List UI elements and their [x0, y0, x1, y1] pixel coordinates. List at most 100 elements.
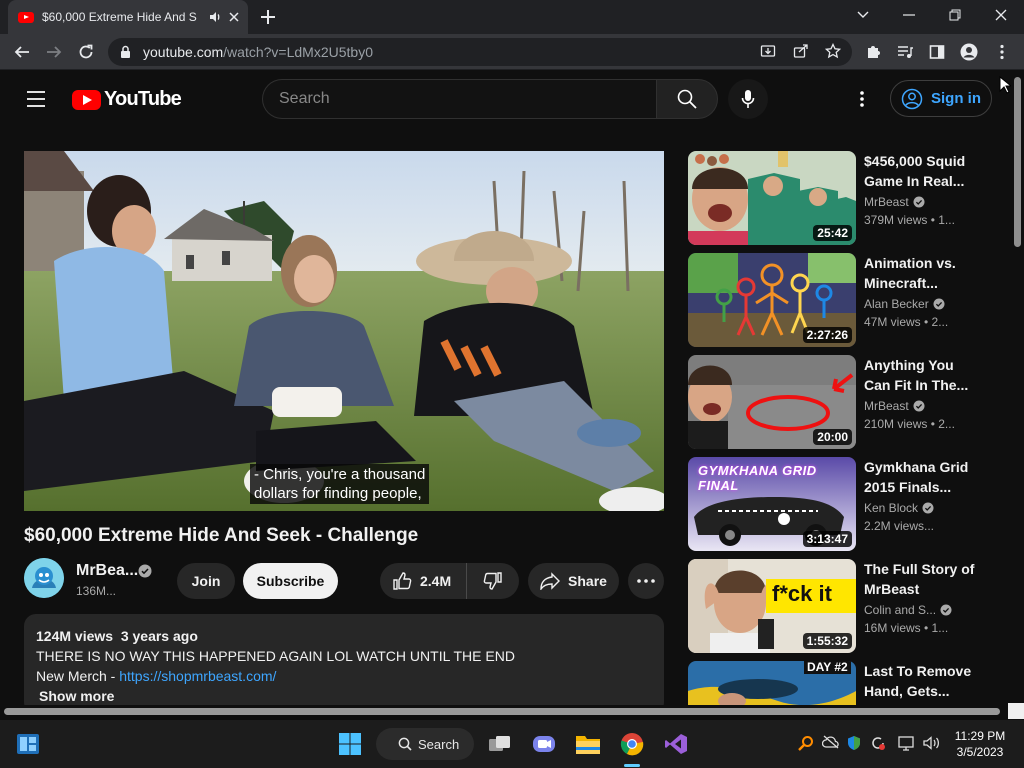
side-panel-icon[interactable] [924, 40, 950, 64]
close-window-button[interactable] [978, 0, 1024, 30]
video-thumbnail[interactable]: f*ck it 1:55:32 [688, 559, 856, 653]
youtube-logo[interactable]: YouTube [72, 88, 182, 111]
channel-name: Alan Becker [864, 297, 929, 311]
settings-kebab-icon[interactable] [850, 87, 874, 111]
recommendation-item[interactable]: GYMKHANA GRID FINAL 3:13:47 Gymkhana Gri… [688, 457, 1000, 551]
youtube-favicon-icon [18, 11, 34, 23]
merch-link[interactable]: https://shopmrbeast.com/ [119, 668, 276, 684]
mouse-cursor-icon [999, 76, 1011, 94]
minimize-window-button[interactable] [886, 0, 932, 30]
recommendation-item[interactable]: 25:42 $456,000 Squid Game In Real... MrB… [688, 151, 1000, 245]
back-arrow-icon[interactable] [9, 40, 35, 64]
video-caption: - Chris, you're a thousand dollars for f… [250, 464, 430, 504]
video-thumbnail[interactable]: 25:42 [688, 151, 856, 245]
new-tab-button[interactable] [258, 7, 278, 27]
extensions-puzzle-icon[interactable] [860, 40, 886, 64]
hamburger-menu-icon[interactable] [26, 91, 46, 107]
dislike-button[interactable] [467, 563, 519, 599]
recommendation-title[interactable]: The Full Story of MrBeast [864, 559, 976, 599]
taskbar-search-button[interactable]: Search [376, 728, 474, 760]
security-shield-icon[interactable] [846, 735, 862, 751]
search-input[interactable] [279, 90, 656, 108]
recommendation-channel[interactable]: MrBeast [864, 195, 925, 209]
browser-menu-kebab-icon[interactable] [989, 40, 1015, 64]
recommendation-title[interactable]: Anything You Can Fit In The... [864, 355, 976, 395]
video-player[interactable]: - Chris, you're a thousand dollars for f… [24, 151, 664, 511]
recommendation-item[interactable]: 2:27:26 Animation vs. Minecraft... Alan … [688, 253, 1000, 347]
show-more-button[interactable]: Show more [36, 686, 652, 705]
close-tab-icon[interactable] [228, 11, 240, 23]
tab-search-chevron-down-icon[interactable] [840, 0, 886, 30]
vertical-scrollbar[interactable] [1012, 71, 1024, 705]
description-box[interactable]: 124M views 3 years ago THERE IS NO WAY T… [24, 614, 664, 705]
verified-badge-icon [913, 196, 925, 208]
browser-tab-active[interactable]: $60,000 Extreme Hide And S [8, 0, 248, 34]
recommendation-item[interactable]: 20:00 Anything You Can Fit In The... MrB… [688, 355, 1000, 449]
vertical-scrollbar-thumb[interactable] [1014, 77, 1021, 247]
youtube-watch-page: YouTube Sign in [0, 71, 1012, 705]
channel-name[interactable]: MrBea... [76, 562, 138, 580]
video-duration: 25:42 [813, 225, 852, 241]
horizontal-scrollbar-thumb[interactable] [4, 708, 1000, 715]
subscribe-button[interactable]: Subscribe [243, 563, 338, 599]
search-orange-tray-icon[interactable] [798, 735, 814, 751]
reload-icon[interactable] [73, 40, 99, 64]
task-view-icon[interactable] [484, 728, 516, 760]
media-queue-icon[interactable] [892, 40, 918, 64]
address-bar[interactable]: youtube.com/watch?v=LdMx2U5tby0 [108, 38, 852, 66]
recommendation-channel[interactable]: MrBeast [864, 399, 925, 413]
channel-avatar[interactable] [24, 558, 64, 598]
restore-window-button[interactable] [932, 0, 978, 30]
update-sync-icon[interactable] [870, 735, 886, 751]
share-button[interactable]: Share [528, 563, 619, 599]
forward-arrow-icon[interactable] [41, 40, 67, 64]
volume-speaker-icon[interactable] [922, 735, 940, 751]
verified-badge-icon [933, 298, 945, 310]
recommendation-meta: 2.2M views... [864, 519, 935, 533]
video-thumbnail[interactable]: 20:00 [688, 355, 856, 449]
recommendation-channel[interactable]: Ken Block [864, 501, 934, 515]
network-display-icon[interactable] [898, 735, 916, 751]
recommendation-title[interactable]: Animation vs. Minecraft... [864, 253, 976, 293]
search-button[interactable] [656, 79, 718, 119]
url-host: youtube.com [143, 44, 224, 60]
video-thumbnail[interactable]: DAY #2 [688, 661, 856, 705]
video-thumbnail[interactable]: GYMKHANA GRID FINAL 3:13:47 [688, 457, 856, 551]
profile-avatar-icon[interactable] [956, 40, 982, 64]
widgets-icon[interactable] [12, 728, 44, 760]
recommendation-item[interactable]: f*ck it 1:55:32 The Full Story of MrBeas… [688, 559, 1000, 653]
share-page-icon[interactable] [793, 43, 809, 59]
recommendation-channel[interactable]: Alan Becker [864, 297, 945, 311]
windows-start-icon[interactable] [334, 728, 366, 760]
recommendation-title[interactable]: Gymkhana Grid 2015 Finals... [864, 457, 976, 497]
browser-tab-strip: $60,000 Extreme Hide And S [0, 0, 1024, 34]
visual-studio-icon[interactable] [660, 728, 692, 760]
bookmark-star-icon[interactable] [825, 43, 841, 59]
join-button[interactable]: Join [177, 563, 235, 599]
voice-search-button[interactable] [728, 79, 768, 119]
install-app-icon[interactable] [760, 43, 776, 59]
speaker-icon[interactable] [208, 10, 222, 24]
like-button[interactable]: 2.4M [380, 563, 467, 599]
verified-badge-icon [940, 604, 952, 616]
video-duration: 1:55:32 [802, 633, 852, 649]
teams-chat-icon[interactable] [528, 728, 560, 760]
recommendation-channel[interactable]: Colin and S... [864, 603, 952, 617]
verified-badge-icon [922, 502, 934, 514]
more-actions-button[interactable] [628, 563, 664, 599]
cloud-offline-icon[interactable] [822, 735, 840, 749]
file-explorer-icon[interactable] [572, 728, 604, 760]
caption-line: dollars for finding people, [254, 485, 422, 502]
recommendation-title[interactable]: Last To Remove Hand, Gets... [864, 661, 976, 701]
merch-line: New Merch - https://shopmrbeast.com/ [36, 666, 652, 686]
video-thumbnail[interactable]: 2:27:26 [688, 253, 856, 347]
sign-in-label: Sign in [931, 90, 981, 107]
lock-icon[interactable] [120, 45, 131, 59]
horizontal-scrollbar[interactable] [0, 705, 1012, 718]
recommendation-title[interactable]: $456,000 Squid Game In Real... [864, 151, 976, 191]
chrome-icon[interactable] [616, 728, 648, 760]
sign-in-button[interactable]: Sign in [890, 80, 992, 117]
system-clock[interactable]: 11:29 PM 3/5/2023 [950, 728, 1010, 760]
video-duration: 20:00 [813, 429, 852, 445]
recommendation-item[interactable]: DAY #2 Last To Remove Hand, Gets... [688, 661, 1000, 705]
